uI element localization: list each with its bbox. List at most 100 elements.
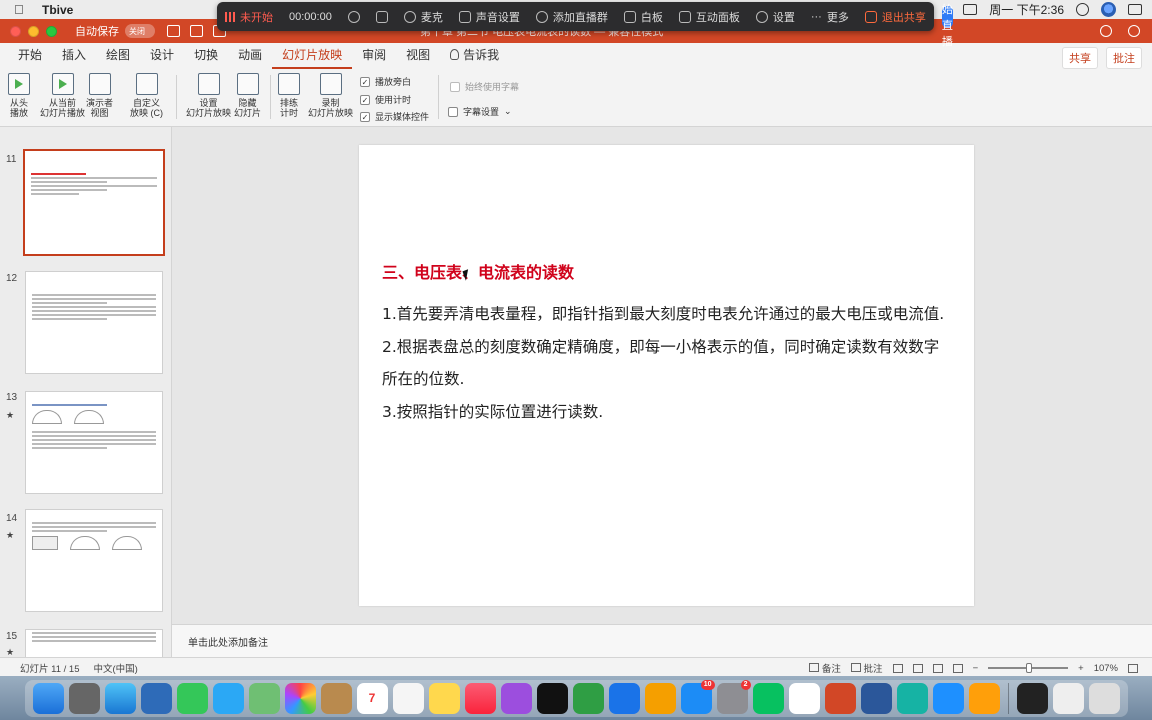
- mic-button[interactable]: 麦克: [403, 9, 443, 25]
- control-center-icon[interactable]: [1128, 4, 1142, 15]
- recorder-settings-button[interactable]: 设置: [755, 9, 795, 25]
- app-store-icon[interactable]: 10: [680, 679, 715, 714]
- wifi-button[interactable]: [347, 10, 360, 23]
- play-from-current-button[interactable]: 从当前 幻灯片播放: [40, 73, 85, 118]
- notes-app-icon[interactable]: [428, 682, 460, 714]
- exit-share-button[interactable]: 退出共享: [864, 9, 926, 25]
- powerpoint-icon[interactable]: [824, 682, 856, 714]
- notes-toggle-button[interactable]: 备注: [809, 661, 841, 675]
- keynote-icon[interactable]: [608, 682, 640, 714]
- slide-thumbnail-12[interactable]: [25, 271, 163, 374]
- hide-slide-button[interactable]: 隐藏 幻灯片: [234, 73, 261, 118]
- camera-button[interactable]: [375, 10, 388, 23]
- tab-draw[interactable]: 绘图: [96, 46, 140, 69]
- add-live-group-button[interactable]: 添加直播群: [535, 9, 608, 25]
- slide-thumbnail-14[interactable]: [25, 509, 163, 612]
- comments-toggle-button[interactable]: 批注: [850, 661, 883, 675]
- menubar-clock[interactable]: 周一 下午2:36: [989, 1, 1064, 18]
- wechat-icon[interactable]: [752, 682, 784, 714]
- tab-transitions[interactable]: 切换: [184, 46, 228, 69]
- live-streaming-app-icon[interactable]: [968, 682, 1000, 714]
- tab-animations[interactable]: 动画: [228, 46, 272, 69]
- reminders-icon[interactable]: [392, 682, 424, 714]
- feishu-icon[interactable]: [932, 682, 964, 714]
- zoom-in-button[interactable]: +: [1078, 663, 1084, 674]
- photos-icon[interactable]: [284, 682, 316, 714]
- launchpad-icon[interactable]: [68, 682, 100, 714]
- setup-slideshow-button[interactable]: 设置 幻灯片放映: [186, 73, 231, 118]
- autosave-toggle[interactable]: 关闭: [125, 24, 155, 38]
- word-icon[interactable]: [860, 682, 892, 714]
- home-icon[interactable]: [167, 25, 180, 37]
- slideshow-view-icon[interactable]: [952, 663, 963, 673]
- slide-body-text[interactable]: 1.首先要弄清电表量程，即指针指到最大刻度时电表允许通过的最大电压或电流值. 2…: [382, 298, 954, 428]
- system-preferences-icon[interactable]: 2: [716, 679, 751, 714]
- fit-to-window-icon[interactable]: [1128, 663, 1138, 673]
- apple-menu-icon[interactable]: : [14, 2, 32, 17]
- slide-thumbnail-15[interactable]: [25, 629, 163, 657]
- finder-icon[interactable]: [32, 682, 64, 714]
- zoom-slider[interactable]: [988, 663, 1069, 673]
- numbers-icon[interactable]: [572, 682, 604, 714]
- zoom-level[interactable]: 107%: [1094, 663, 1118, 674]
- account-icon[interactable]: [1128, 25, 1140, 37]
- share-button[interactable]: 共享: [1062, 47, 1098, 69]
- record-slideshow-button[interactable]: 录制 幻灯片放映: [308, 73, 353, 118]
- custom-show-button[interactable]: 自定义 放映 (C): [130, 73, 163, 118]
- show-media-controls-checkbox[interactable]: ✓ 显示媒体控件: [360, 110, 429, 123]
- tab-insert[interactable]: 插入: [52, 46, 96, 69]
- user-avatar-icon[interactable]: [1101, 2, 1116, 17]
- language-indicator[interactable]: 中文(中国): [94, 661, 138, 675]
- rehearse-timings-button[interactable]: 排练 计时: [278, 73, 300, 118]
- slide-heading[interactable]: 三、电压表、电流表的读数: [382, 259, 574, 283]
- qq-icon[interactable]: [788, 682, 820, 714]
- speaker-notes-pane[interactable]: 单击此处添加备注: [172, 624, 1152, 657]
- slide-thumbnail-11[interactable]: [23, 149, 165, 256]
- music-icon[interactable]: [464, 682, 496, 714]
- start-live-button[interactable]: 开始直播: [941, 4, 953, 48]
- podcasts-icon[interactable]: [500, 682, 532, 714]
- calendar-icon[interactable]: 7: [356, 682, 388, 714]
- more-button[interactable]: ··· 更多: [811, 9, 849, 25]
- search-icon[interactable]: [1100, 25, 1112, 37]
- minimize-window-button[interactable]: [28, 25, 39, 37]
- messages-icon[interactable]: [212, 682, 244, 714]
- presenter-view-button[interactable]: 演示者 视图: [86, 73, 113, 118]
- play-narration-checkbox[interactable]: ✓ 播放旁白: [360, 75, 411, 88]
- tab-tell-me[interactable]: 告诉我: [440, 46, 509, 69]
- save-icon[interactable]: [190, 25, 203, 37]
- trash-icon[interactable]: [1088, 682, 1120, 714]
- zoom-out-button[interactable]: −: [973, 663, 979, 674]
- slide-thumbnail-13[interactable]: [25, 391, 163, 494]
- subtitle-settings-dropdown[interactable]: 字幕设置 ⌄: [448, 105, 512, 118]
- active-app-name[interactable]: Tbive: [42, 3, 73, 17]
- tab-view[interactable]: 视图: [396, 46, 440, 69]
- contacts-icon[interactable]: [320, 682, 352, 714]
- tab-design[interactable]: 设计: [140, 46, 184, 69]
- safari-icon[interactable]: [104, 682, 136, 714]
- maps-icon[interactable]: [248, 682, 280, 714]
- battery-icon[interactable]: [963, 4, 978, 15]
- spotlight-search-icon[interactable]: [1076, 3, 1089, 16]
- tab-review[interactable]: 审阅: [352, 46, 396, 69]
- sound-settings-button[interactable]: 声音设置: [458, 9, 520, 25]
- close-window-button[interactable]: [10, 25, 21, 37]
- preview-icon[interactable]: [140, 682, 172, 714]
- normal-view-icon[interactable]: [892, 663, 903, 673]
- fullscreen-window-button[interactable]: [46, 25, 57, 37]
- downloads-stack-icon[interactable]: [1016, 682, 1048, 714]
- zoom-slider-knob[interactable]: [1026, 663, 1033, 673]
- interactive-panel-button[interactable]: 互动面板: [678, 9, 740, 25]
- facetime-icon[interactable]: [176, 682, 208, 714]
- play-from-start-button[interactable]: 从头 播放: [8, 73, 30, 118]
- pages-icon[interactable]: [644, 682, 676, 714]
- whiteboard-button[interactable]: 白板: [623, 9, 663, 25]
- tab-slideshow[interactable]: 幻灯片放映: [272, 46, 353, 69]
- recent-documents-icon[interactable]: [1052, 682, 1084, 714]
- tencent-meeting-icon[interactable]: [896, 682, 928, 714]
- comments-button[interactable]: 批注: [1106, 47, 1142, 69]
- tab-home[interactable]: 开始: [8, 46, 52, 69]
- apple-tv-icon[interactable]: [536, 682, 568, 714]
- slide-thumbnail-panel[interactable]: 11 12 13 ★ 14 ★ 15 ★: [0, 127, 172, 657]
- reading-view-icon[interactable]: [932, 663, 943, 673]
